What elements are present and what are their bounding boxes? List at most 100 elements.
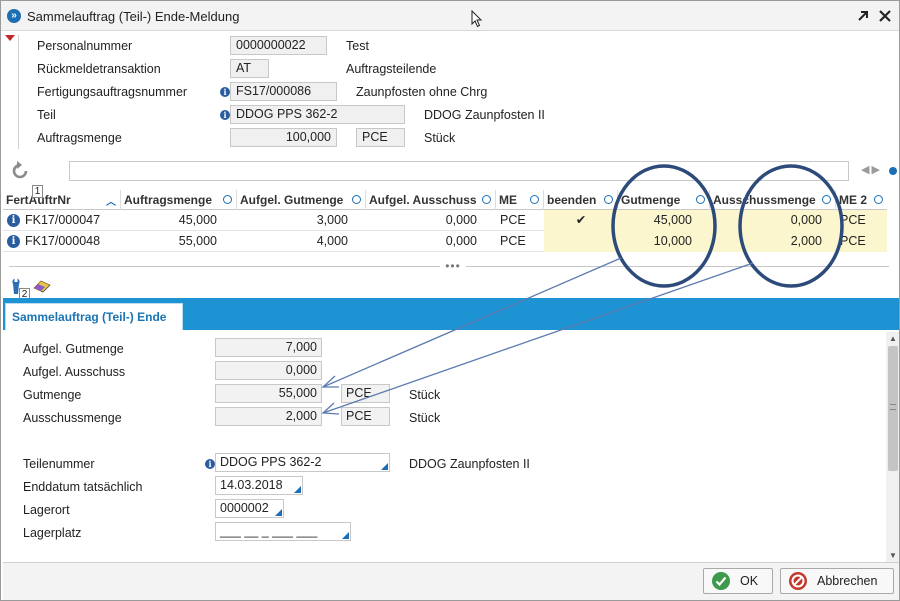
filter-ring-icon[interactable] — [223, 195, 232, 204]
annotation-arrowhead-gutmenge — [321, 375, 339, 388]
cell-aufgel-gutmenge: 3,000 — [316, 213, 348, 227]
enddatum-label: Enddatum tatsächlich — [23, 480, 143, 494]
column-header-aufgel-ausschuss[interactable]: Aufgel. Ausschuss — [366, 190, 496, 210]
info-icon[interactable]: i — [220, 110, 230, 120]
table-row[interactable]: i FK17/000048 55,000 4,000 0,000 PCE 10,… — [3, 231, 887, 252]
header-divider — [18, 35, 19, 149]
cancel-icon — [789, 572, 807, 590]
cell-auftragsmenge: 45,000 — [178, 213, 217, 227]
lagerplatz-label: Lagerplatz — [23, 526, 82, 540]
grid-number-badge: 1 — [32, 185, 43, 198]
rueckmeldetransaktion-label: Rückmeldetransaktion — [37, 62, 161, 76]
cell-ausschussmenge[interactable]: 2,000 — [710, 231, 836, 252]
info-icon[interactable]: i — [7, 214, 20, 227]
arrow-expand-icon — [858, 11, 868, 21]
cell-auftragsmenge: 55,000 — [178, 234, 217, 248]
close-button[interactable] — [875, 6, 895, 26]
aufgel-gutmenge-label: Aufgel. Gutmenge — [23, 342, 124, 356]
enddatum-field[interactable]: 14.03.2018 — [215, 476, 303, 495]
teilenummer-field[interactable]: DDOG PPS 362-2 — [215, 453, 390, 472]
aufgel-ausschuss-field[interactable]: 0,000 — [215, 361, 322, 380]
filter-ring-icon[interactable] — [696, 195, 705, 204]
collapse-marker-icon[interactable] — [5, 35, 15, 41]
ausschussmenge-field[interactable]: 2,000 — [215, 407, 322, 426]
cell-gutmenge[interactable]: 10,000 — [618, 231, 710, 252]
filter-ring-icon[interactable] — [604, 195, 613, 204]
lagerplatz-field[interactable]: ___ __ _ ___ ___ — [215, 522, 351, 541]
cell-me2[interactable]: PCE — [836, 210, 887, 231]
teil-label: Teil — [37, 108, 56, 122]
refresh-button[interactable] — [9, 160, 31, 182]
calendar-corner-icon[interactable] — [294, 486, 301, 493]
cell-beenden-check[interactable]: ✔ — [544, 210, 618, 231]
aufgel-gutmenge-field[interactable]: 7,000 — [215, 338, 322, 357]
lookup-corner-icon[interactable] — [275, 509, 282, 516]
info-icon[interactable]: i — [220, 87, 230, 97]
lagerort-field[interactable]: 0000002 — [215, 499, 284, 518]
check-icon — [712, 572, 730, 590]
ausschussmenge-desc: Stück — [409, 411, 441, 425]
cell-gutmenge[interactable]: 45,000 — [618, 210, 710, 231]
column-header-gutmenge[interactable]: Gutmenge — [618, 190, 710, 210]
filter-ring-icon[interactable] — [874, 195, 883, 204]
ausschussmenge-unit[interactable]: PCE — [341, 407, 390, 426]
fertigungsauftrag-desc: Zaunpfosten ohne Chrg — [356, 85, 488, 99]
scroll-up-icon[interactable]: ▲ — [888, 334, 898, 343]
auftragsmenge-label: Auftragsmenge — [37, 131, 122, 145]
teilenummer-label: Teilenummer — [23, 457, 95, 471]
page-indicator-dot[interactable] — [889, 167, 897, 175]
filter-ring-icon[interactable] — [482, 195, 491, 204]
maximize-button[interactable] — [853, 6, 873, 26]
gutmenge-unit[interactable]: PCE — [341, 384, 390, 403]
splitter-handle[interactable]: ••• — [440, 260, 466, 272]
personalnummer-label: Personalnummer — [37, 39, 133, 53]
filter-ring-icon[interactable] — [352, 195, 361, 204]
scroll-down-icon[interactable]: ▼ — [888, 551, 898, 560]
rueckmeldetransaktion-field[interactable]: AT — [230, 59, 269, 78]
search-input[interactable] — [69, 161, 849, 181]
cell-beenden-check[interactable] — [544, 231, 618, 252]
column-header-fertauftrnr[interactable]: FertAuftrNr ︿ — [3, 190, 121, 210]
mouse-cursor-icon — [471, 10, 483, 28]
ok-label: OK — [740, 574, 759, 588]
title-bar: » Sammelauftrag (Teil-) Ende-Meldung — [1, 1, 899, 31]
cell-aufgel-gutmenge: 4,000 — [316, 234, 348, 248]
tab-sammelauftrag-ende[interactable]: Sammelauftrag (Teil-) Ende — [5, 303, 183, 330]
sort-ascending-icon[interactable]: ︿ — [106, 193, 116, 210]
page-nav-arrows[interactable]: ◀▶ — [861, 163, 882, 176]
lookup-corner-icon[interactable] — [342, 532, 349, 539]
cell-me2[interactable]: PCE — [836, 231, 887, 252]
column-header-aufgel-gutmenge[interactable]: Aufgel. Gutmenge — [237, 190, 366, 210]
column-header-me2[interactable]: ME 2 — [836, 190, 887, 210]
column-header-ausschussmenge[interactable]: Ausschussmenge — [710, 190, 836, 210]
ok-button[interactable]: OK — [703, 568, 773, 594]
teil-desc: DDOG Zaunpfosten II — [424, 108, 545, 122]
window-title: Sammelauftrag (Teil-) Ende-Meldung — [27, 9, 240, 24]
annotation-arrowhead-ausschuss — [321, 402, 340, 415]
gutmenge-label: Gutmenge — [23, 388, 82, 402]
column-header-auftragsmenge[interactable]: Auftragsmenge — [121, 190, 237, 210]
teil-field[interactable]: DDOG PPS 362-2 — [230, 105, 405, 124]
info-icon[interactable]: i — [205, 459, 215, 469]
table-header: FertAuftrNr ︿ Auftragsmenge Aufgel. Gutme… — [3, 190, 887, 210]
gutmenge-field[interactable]: 55,000 — [215, 384, 322, 403]
column-header-beenden[interactable]: beenden — [544, 190, 618, 210]
eraser-icon[interactable] — [32, 279, 52, 293]
personalnummer-field[interactable]: 0000000022 — [230, 36, 327, 55]
auftragsmenge-unit[interactable]: PCE — [356, 128, 405, 147]
teilenummer-desc: DDOG Zaunpfosten II — [409, 457, 530, 471]
auftragsmenge-field[interactable]: 100,000 — [230, 128, 337, 147]
filter-ring-icon[interactable] — [822, 195, 831, 204]
filter-ring-icon[interactable] — [530, 195, 539, 204]
cancel-button[interactable]: Abbrechen — [780, 568, 894, 594]
personalnummer-desc: Test — [346, 39, 369, 53]
close-icon — [879, 10, 891, 22]
cell-ausschussmenge[interactable]: 0,000 — [710, 210, 836, 231]
cell-aufgel-ausschuss: 0,000 — [445, 213, 477, 227]
lookup-corner-icon[interactable] — [381, 463, 388, 470]
column-header-me[interactable]: ME — [496, 190, 544, 210]
info-icon[interactable]: i — [7, 235, 20, 248]
fertigungsauftrag-field[interactable]: FS17/000086 — [230, 82, 337, 101]
table-row[interactable]: i FK17/000047 45,000 3,000 0,000 PCE ✔ 4… — [3, 210, 887, 231]
cell-fertauftrnr: FK17/000047 — [25, 213, 101, 227]
